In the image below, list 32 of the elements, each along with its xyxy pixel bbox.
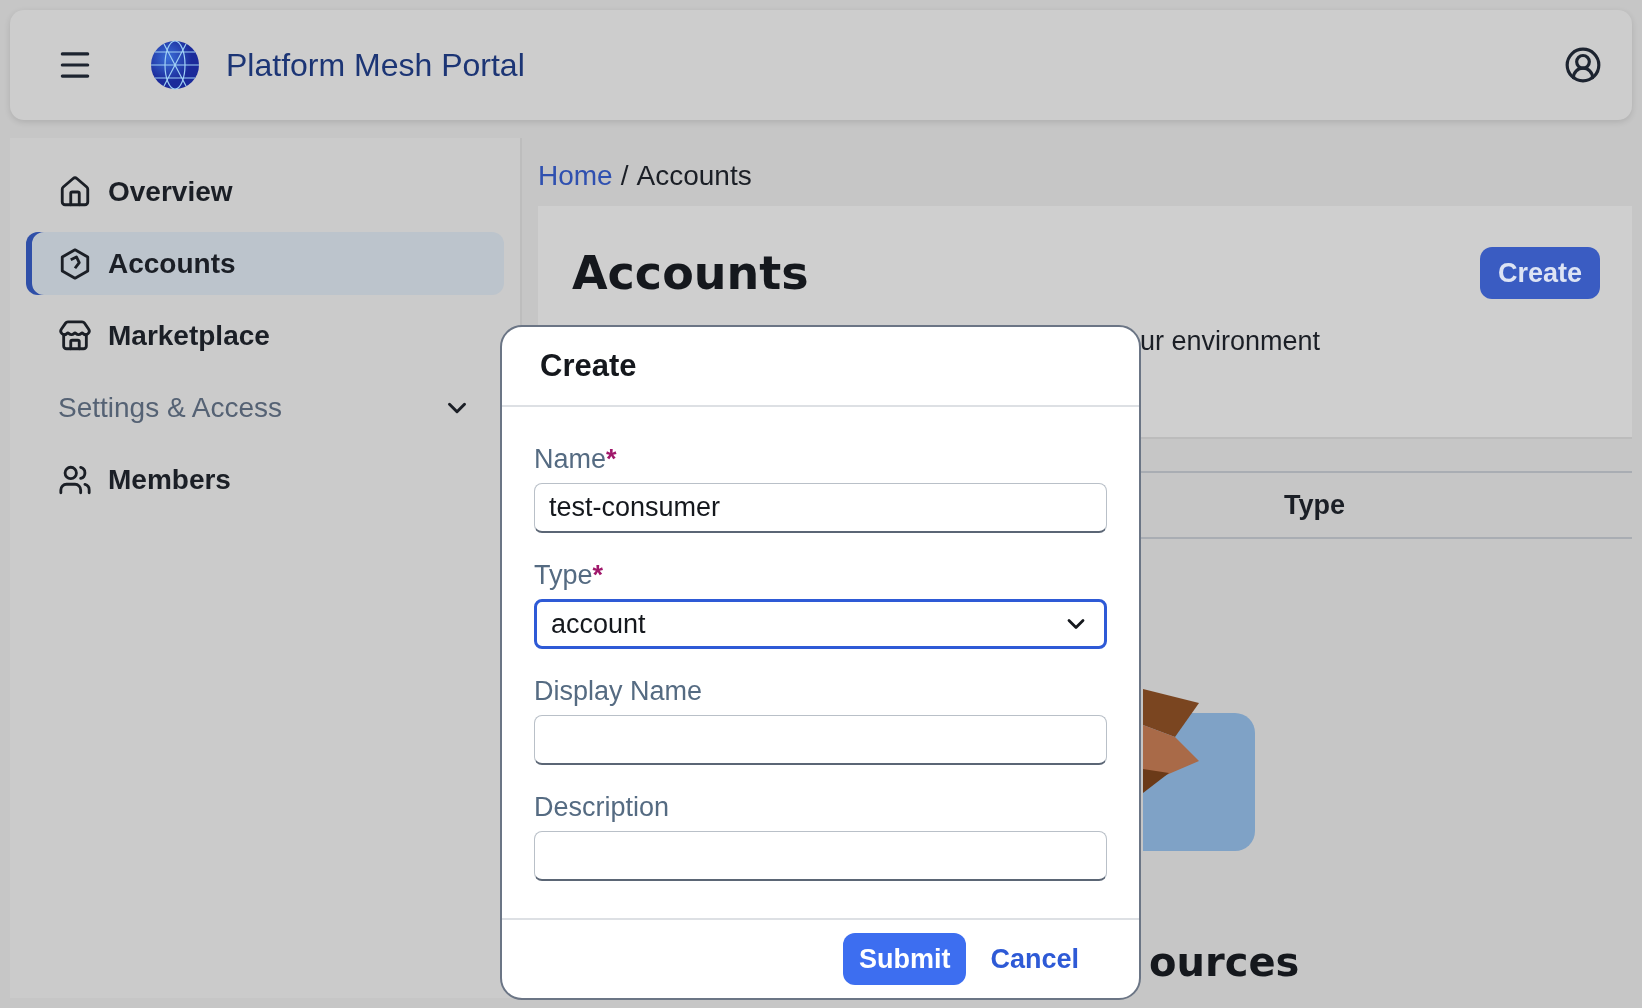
label-text: Type	[534, 559, 593, 591]
sidebar-item[interactable]: Accounts	[26, 232, 504, 295]
column-header: Type	[1284, 489, 1345, 521]
page-title: Accounts	[572, 246, 809, 300]
breadcrumb-current: Accounts	[636, 160, 752, 192]
hexagon-icon	[58, 246, 92, 281]
sidebar-item[interactable]: Overview	[26, 160, 504, 223]
required-mark: *	[592, 559, 604, 591]
empty-state-title: ources	[1149, 939, 1300, 985]
input-field[interactable]: test-consumer	[534, 483, 1107, 533]
sidebar-item[interactable]: Members	[26, 448, 504, 511]
store-icon	[58, 318, 92, 353]
user-icon[interactable]	[1564, 46, 1602, 84]
label-text: Name	[534, 443, 607, 475]
breadcrumb-separator: /	[620, 160, 629, 192]
page-description: ur environment	[1140, 326, 1322, 357]
breadcrumb-link[interactable]: Home	[538, 160, 613, 192]
input-field[interactable]	[534, 715, 1107, 765]
create-button[interactable]: Create	[1479, 247, 1600, 299]
label-text: Display Name	[534, 675, 703, 707]
app-title: Platform Mesh Portal	[226, 46, 525, 84]
input-field[interactable]	[534, 831, 1107, 881]
globe-logo-icon	[150, 40, 200, 90]
cancel-button[interactable]: Cancel	[988, 933, 1081, 985]
select-field[interactable]: account	[534, 599, 1107, 649]
sidebar-item[interactable]: Marketplace	[26, 304, 504, 367]
submit-button[interactable]: Submit	[842, 933, 967, 985]
dialog-title: Create	[502, 327, 1139, 407]
sidebar-group[interactable]: Settings & Access	[26, 376, 504, 439]
home-icon	[58, 174, 92, 209]
label-text: Description	[534, 791, 670, 823]
required-mark: *	[606, 443, 617, 475]
